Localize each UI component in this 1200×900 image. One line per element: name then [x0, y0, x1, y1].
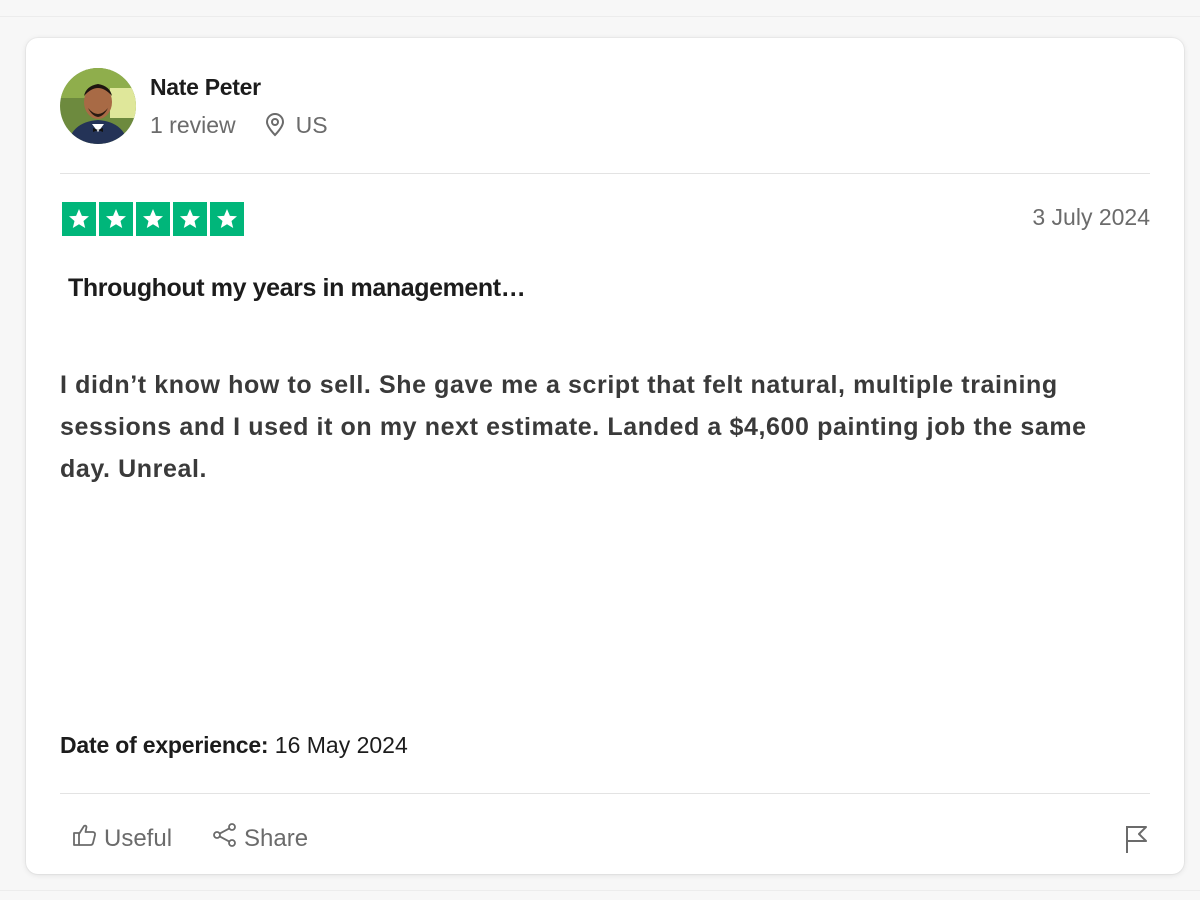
report-button[interactable] [1124, 824, 1150, 859]
star-icon [210, 202, 244, 236]
star-icon [62, 202, 96, 236]
star-icon [173, 202, 207, 236]
header-divider [60, 173, 1150, 174]
review-card: Nate Peter 1 review US 3 July 2024 Throu… [26, 38, 1184, 874]
star-icon [99, 202, 133, 236]
useful-label: Useful [104, 824, 173, 852]
top-rule [0, 16, 1200, 17]
share-icon [212, 822, 244, 855]
reviewer-name[interactable]: Nate Peter [150, 74, 261, 101]
thumbs-up-icon [72, 822, 104, 855]
star-icon [136, 202, 170, 236]
experience-date: 16 May 2024 [268, 732, 408, 758]
useful-button[interactable]: Useful [72, 822, 172, 855]
review-count[interactable]: 1 review [150, 112, 236, 139]
location-pin-icon [264, 113, 286, 137]
review-title[interactable]: Throughout my years in management… [68, 274, 526, 303]
reviewer-country: US [295, 111, 328, 138]
star-rating [62, 202, 247, 236]
bottom-rule [0, 890, 1200, 891]
review-actions: Useful Share [72, 822, 348, 855]
experience-label: Date of experience: [60, 732, 269, 758]
flag-icon [1124, 826, 1150, 858]
share-label: Share [244, 824, 309, 852]
footer-divider [60, 793, 1150, 794]
review-body: I didn’t know how to sell. She gave me a… [60, 371, 1087, 483]
date-of-experience: Date of experience: 16 May 2024 [60, 732, 408, 759]
share-button[interactable]: Share [212, 822, 308, 855]
reviewer-meta: 1 review US [150, 112, 328, 138]
avatar[interactable] [60, 68, 136, 144]
review-date: 3 July 2024 [1032, 204, 1150, 230]
